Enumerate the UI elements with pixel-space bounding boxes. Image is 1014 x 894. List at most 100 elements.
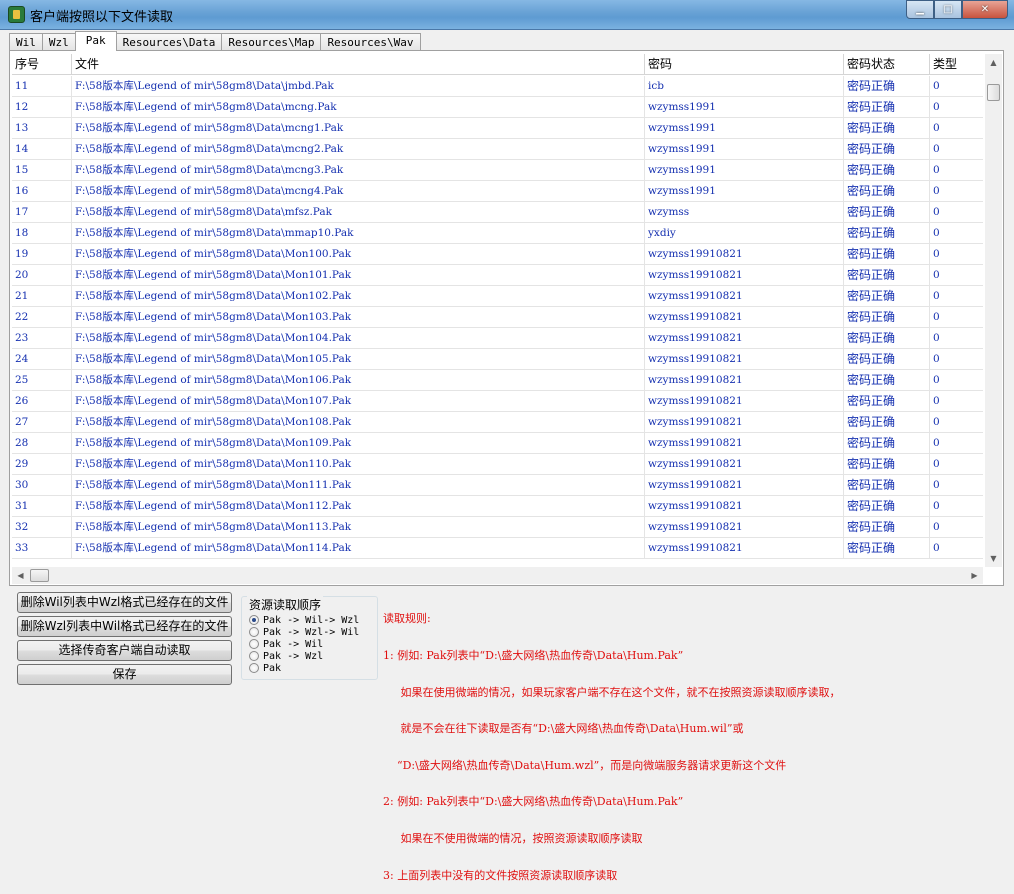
row-password: wzymss19910821	[645, 265, 844, 285]
table-row[interactable]: 12 F:\58版本库\Legend of mir\58gm8\Data\mcng…	[12, 97, 983, 118]
order-option-2[interactable]: Pak -> Wzl-> Wil	[249, 626, 359, 638]
row-index: 12	[12, 97, 72, 117]
row-password-status: 密码正确	[844, 76, 930, 96]
title-bar[interactable]: 客户端按照以下文件读取 ▁ □ ✕	[0, 0, 1014, 30]
tab-pak[interactable]: Pak	[74, 31, 117, 51]
table-row[interactable]: 27 F:\58版本库\Legend of mir\58gm8\Data\Mon1…	[12, 412, 983, 433]
delete-wil-duplicates-button[interactable]: 删除Wil列表中Wzl格式已经存在的文件	[17, 592, 232, 613]
minimize-button[interactable]: ▁	[906, 0, 934, 19]
order-option-4[interactable]: Pak -> Wzl	[249, 650, 323, 662]
row-password-status: 密码正确	[844, 223, 930, 243]
table-row[interactable]: 13 F:\58版本库\Legend of mir\58gm8\Data\mcng…	[12, 118, 983, 139]
row-password: wzymss19910821	[645, 328, 844, 348]
header-password[interactable]: 密码	[645, 54, 844, 75]
tab-wzl[interactable]: Wzl	[41, 33, 76, 51]
tab-wil[interactable]: Wil	[9, 33, 43, 51]
header-type[interactable]: 类型	[930, 54, 983, 75]
table-row[interactable]: 11 F:\58版本库\Legend of mir\58gm8\Data\jmbd…	[12, 76, 983, 97]
table-row[interactable]: 20 F:\58版本库\Legend of mir\58gm8\Data\Mon1…	[12, 265, 983, 286]
scroll-right-icon[interactable]: ▶	[966, 567, 983, 584]
row-index: 33	[12, 538, 72, 558]
file-grid[interactable]: 序号 文件 密码 密码状态 类型 11 F:\58版本库\Legend of mi…	[12, 54, 983, 567]
row-password-status: 密码正确	[844, 139, 930, 159]
radio-icon[interactable]	[249, 627, 259, 637]
row-type: 0	[933, 416, 940, 428]
auto-read-client-button[interactable]: 选择传奇客户端自动读取	[17, 640, 232, 661]
row-index: 22	[12, 307, 72, 327]
table-row[interactable]: 26 F:\58版本库\Legend of mir\58gm8\Data\Mon1…	[12, 391, 983, 412]
row-index: 27	[12, 412, 72, 432]
table-row[interactable]: 31 F:\58版本库\Legend of mir\58gm8\Data\Mon1…	[12, 496, 983, 517]
window-controls: ▁ □ ✕	[906, 0, 1008, 19]
row-file-path: F:\58版本库\Legend of mir\58gm8\Data\Mon105…	[72, 349, 645, 369]
tab-resources-map[interactable]: Resources\Map	[221, 33, 322, 51]
row-index: 24	[12, 349, 72, 369]
vertical-scroll-thumb[interactable]	[987, 84, 1000, 101]
scroll-up-icon[interactable]: ▲	[985, 54, 1002, 71]
table-row[interactable]: 18 F:\58版本库\Legend of mir\58gm8\Data\mmap…	[12, 223, 983, 244]
row-password-status: 密码正确	[844, 307, 930, 327]
row-file-path: F:\58版本库\Legend of mir\58gm8\Data\Mon104…	[72, 328, 645, 348]
vertical-scrollbar[interactable]: ▲ ▼	[985, 54, 1002, 567]
rules-line: 就是不会在往下读取是否有“D:\盛大网络\热血传奇\Data\Hum.wil”或	[383, 722, 744, 736]
save-button[interactable]: 保存	[17, 664, 232, 685]
row-password: wzymss19910821	[645, 412, 844, 432]
horizontal-scrollbar[interactable]: ◀ ▶	[12, 567, 983, 584]
order-option-3[interactable]: Pak -> Wil	[249, 638, 323, 650]
table-row[interactable]: 30 F:\58版本库\Legend of mir\58gm8\Data\Mon1…	[12, 475, 983, 496]
row-password: wzymss	[645, 202, 844, 222]
row-password: wzymss1991	[645, 139, 844, 159]
radio-icon[interactable]	[249, 651, 259, 661]
table-row[interactable]: 21 F:\58版本库\Legend of mir\58gm8\Data\Mon1…	[12, 286, 983, 307]
table-row[interactable]: 19 F:\58版本库\Legend of mir\58gm8\Data\Mon1…	[12, 244, 983, 265]
scroll-down-icon[interactable]: ▼	[985, 550, 1002, 567]
row-type: 0	[933, 479, 940, 491]
row-index: 18	[12, 223, 72, 243]
delete-wzl-duplicates-button[interactable]: 删除Wzl列表中Wil格式已经存在的文件	[17, 616, 232, 637]
row-file-path: F:\58版本库\Legend of mir\58gm8\Data\Mon107…	[72, 391, 645, 411]
row-file-path: F:\58版本库\Legend of mir\58gm8\Data\Mon114…	[72, 538, 645, 558]
row-type: 0	[933, 500, 940, 512]
row-index: 20	[12, 265, 72, 285]
tab-resources-data[interactable]: Resources\Data	[115, 33, 223, 51]
row-password: wzymss19910821	[645, 370, 844, 390]
table-row[interactable]: 25 F:\58版本库\Legend of mir\58gm8\Data\Mon1…	[12, 370, 983, 391]
table-row[interactable]: 22 F:\58版本库\Legend of mir\58gm8\Data\Mon1…	[12, 307, 983, 328]
header-password-status[interactable]: 密码状态	[844, 54, 930, 75]
read-order-legend: 资源读取顺序	[247, 596, 324, 613]
row-password-status: 密码正确	[844, 244, 930, 264]
row-password: wzymss1991	[645, 118, 844, 138]
table-row[interactable]: 17 F:\58版本库\Legend of mir\58gm8\Data\mfsz…	[12, 202, 983, 223]
order-option-5[interactable]: Pak	[249, 662, 281, 674]
header-file[interactable]: 文件	[72, 54, 645, 75]
row-password-status: 密码正确	[844, 160, 930, 180]
table-row[interactable]: 14 F:\58版本库\Legend of mir\58gm8\Data\mcng…	[12, 139, 983, 160]
row-file-path: F:\58版本库\Legend of mir\58gm8\Data\Mon109…	[72, 433, 645, 453]
table-row[interactable]: 32 F:\58版本库\Legend of mir\58gm8\Data\Mon1…	[12, 517, 983, 538]
table-row[interactable]: 23 F:\58版本库\Legend of mir\58gm8\Data\Mon1…	[12, 328, 983, 349]
table-row[interactable]: 28 F:\58版本库\Legend of mir\58gm8\Data\Mon1…	[12, 433, 983, 454]
table-row[interactable]: 29 F:\58版本库\Legend of mir\58gm8\Data\Mon1…	[12, 454, 983, 475]
row-index: 15	[12, 160, 72, 180]
table-row[interactable]: 24 F:\58版本库\Legend of mir\58gm8\Data\Mon1…	[12, 349, 983, 370]
order-option-label: Pak -> Wil-> Wzl	[263, 614, 360, 626]
maximize-button[interactable]: □	[934, 0, 962, 19]
header-index[interactable]: 序号	[12, 54, 72, 75]
horizontal-scroll-thumb[interactable]	[30, 569, 49, 582]
tab-resources-wav[interactable]: Resources\Wav	[320, 33, 421, 51]
row-password-status: 密码正确	[844, 370, 930, 390]
table-row[interactable]: 16 F:\58版本库\Legend of mir\58gm8\Data\mcng…	[12, 181, 983, 202]
row-password: wzymss19910821	[645, 454, 844, 474]
radio-icon[interactable]	[249, 663, 259, 673]
table-row[interactable]: 33 F:\58版本库\Legend of mir\58gm8\Data\Mon1…	[12, 538, 983, 559]
row-index: 26	[12, 391, 72, 411]
table-row[interactable]: 15 F:\58版本库\Legend of mir\58gm8\Data\mcng…	[12, 160, 983, 181]
row-type: 0	[933, 395, 940, 407]
close-button[interactable]: ✕	[962, 0, 1008, 19]
order-option-1[interactable]: Pak -> Wil-> Wzl	[249, 614, 359, 626]
scroll-left-icon[interactable]: ◀	[12, 567, 29, 584]
radio-selected-icon[interactable]	[249, 615, 259, 625]
rules-line: “D:\盛大网络\热血传奇\Data\Hum.wzl”，而是向微端服务器请求更新…	[383, 758, 787, 772]
row-password: yxdiy	[645, 223, 844, 243]
radio-icon[interactable]	[249, 639, 259, 649]
